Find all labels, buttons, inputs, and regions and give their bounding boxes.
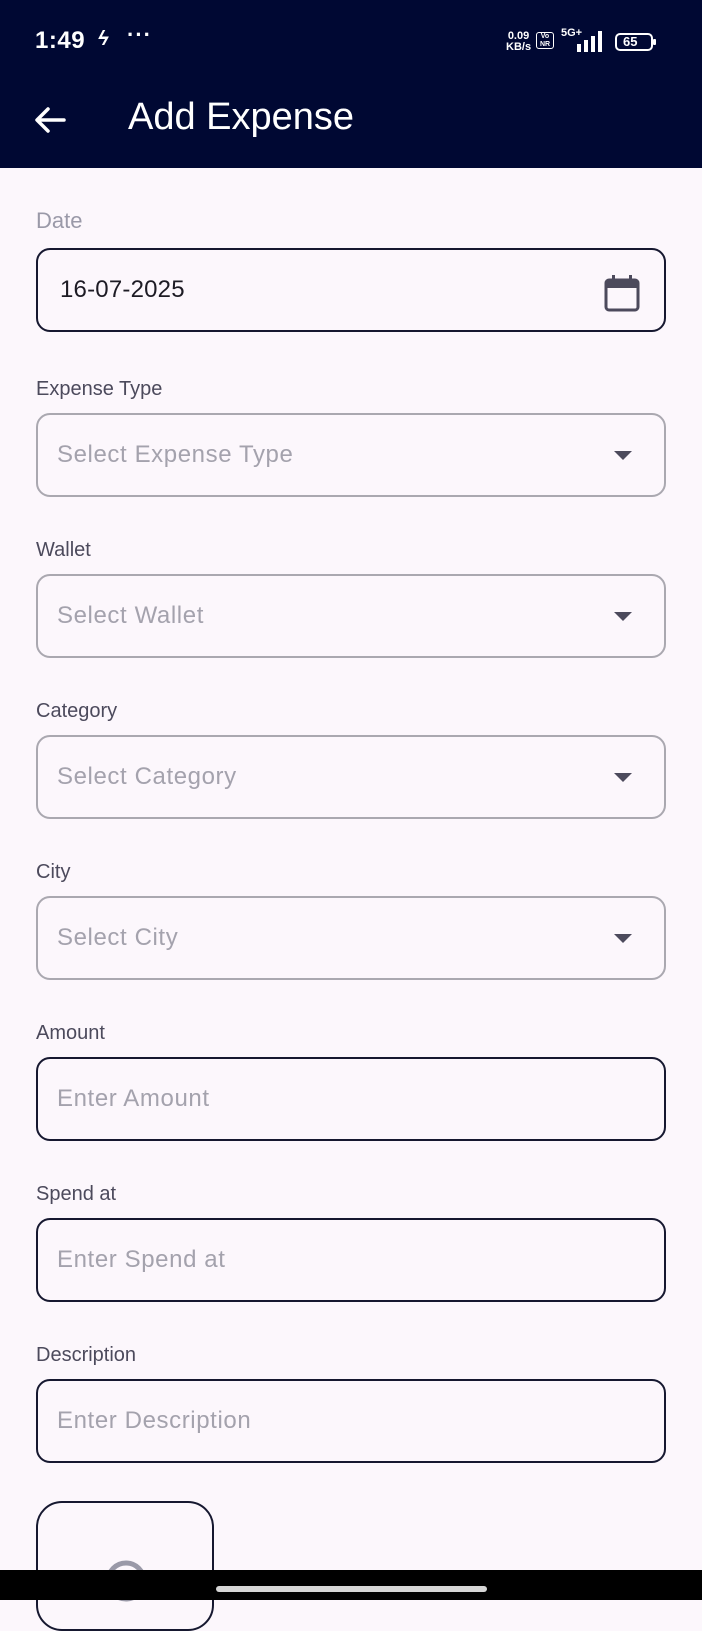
- expense-type-label: Expense Type: [36, 378, 163, 400]
- image-picker[interactable]: [36, 1501, 214, 1631]
- battery-icon: 65: [615, 33, 657, 51]
- status-bar: 1:49 ϟ ··· 0.09 KB/s Vo NR 5G+ 65: [0, 0, 702, 80]
- arrow-left-icon: [35, 107, 66, 133]
- network-speed: 0.09 KB/s: [506, 31, 531, 53]
- navigation-bar: [0, 1570, 702, 1600]
- back-button[interactable]: [30, 100, 70, 140]
- category-dropdown[interactable]: Select Category: [36, 735, 666, 819]
- volte-icon: Vo NR: [536, 32, 554, 49]
- dropdown-arrow-icon: [614, 612, 632, 621]
- description-input[interactable]: Enter Description: [36, 1379, 666, 1463]
- network-speed-unit: KB/s: [506, 41, 532, 53]
- dropdown-arrow-icon: [614, 773, 632, 782]
- expense-type-dropdown[interactable]: Select Expense Type: [36, 413, 666, 497]
- category-label: Category: [36, 700, 118, 722]
- dropdown-arrow-icon: [614, 451, 632, 460]
- amount-label: Amount: [36, 1022, 105, 1044]
- city-dropdown[interactable]: Select City: [36, 896, 666, 980]
- date-label: Date: [36, 208, 83, 233]
- category-placeholder: Select Category: [57, 763, 237, 790]
- description-label: Description: [36, 1344, 137, 1366]
- amount-input[interactable]: Enter Amount: [36, 1057, 666, 1141]
- dropdown-arrow-icon: [614, 934, 632, 943]
- wallet-placeholder: Select Wallet: [57, 602, 204, 629]
- spend-at-label: Spend at: [36, 1183, 117, 1205]
- description-placeholder: Enter Description: [57, 1407, 252, 1434]
- battery-level: 65: [623, 34, 638, 49]
- date-value: 16-07-2025: [60, 276, 185, 303]
- page-title: Add Expense: [128, 96, 355, 138]
- spend-at-placeholder: Enter Spend at: [57, 1246, 226, 1273]
- city-placeholder: Select City: [57, 924, 179, 951]
- calendar-icon[interactable]: [604, 274, 640, 312]
- city-label: City: [36, 861, 71, 883]
- wallet-dropdown[interactable]: Select Wallet: [36, 574, 666, 658]
- spend-at-input[interactable]: Enter Spend at: [36, 1218, 666, 1302]
- flash-icon: ϟ: [98, 28, 109, 50]
- status-time: 1:49: [35, 27, 86, 54]
- home-gesture-handle[interactable]: [216, 1586, 487, 1592]
- signal-icon: [577, 31, 602, 52]
- amount-placeholder: Enter Amount: [57, 1085, 210, 1112]
- expense-type-placeholder: Select Expense Type: [57, 441, 294, 468]
- more-notifications-icon: ···: [127, 22, 152, 47]
- wallet-label: Wallet: [36, 539, 91, 561]
- app-bar: Add Expense: [0, 80, 702, 168]
- date-field[interactable]: 16-07-2025: [36, 248, 666, 332]
